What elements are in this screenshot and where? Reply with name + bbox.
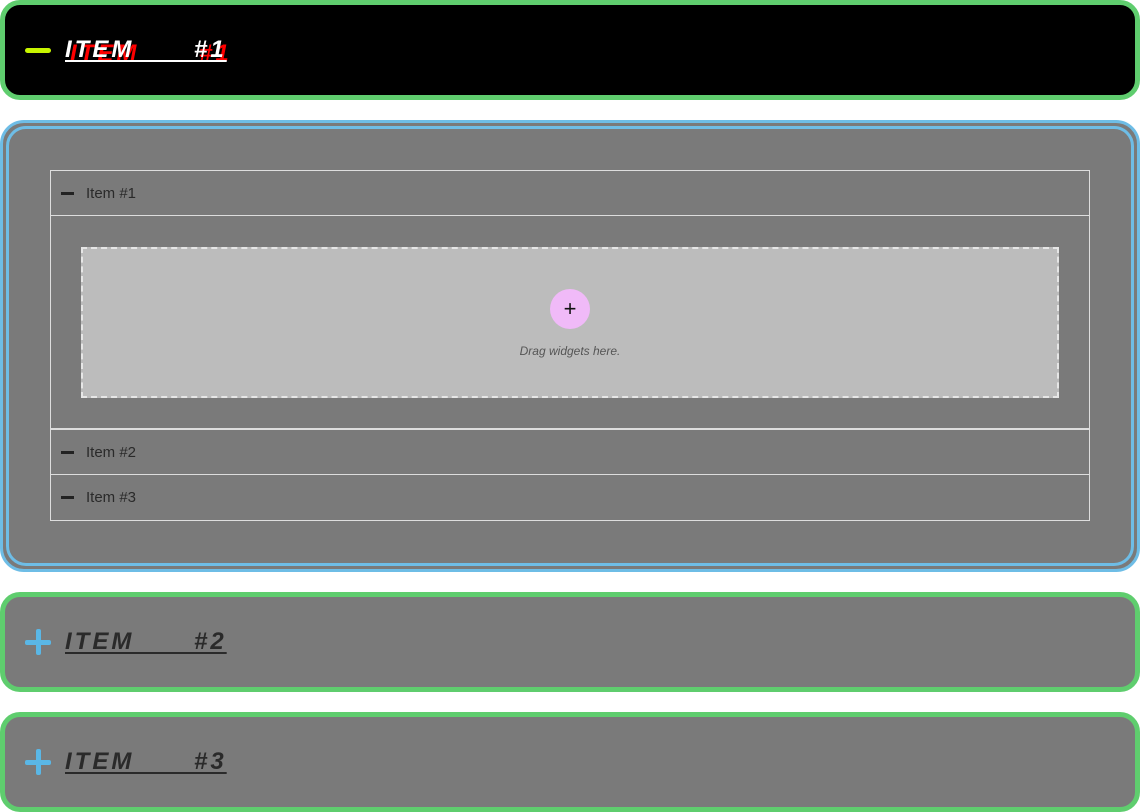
nested-item-1-header[interactable]: Item #1 <box>51 171 1089 216</box>
nested-item-1-panel: + Drag widgets here. <box>51 216 1089 430</box>
nested-accordion: Item #1 + Drag widgets here. Item #2 Ite… <box>50 170 1090 521</box>
section-header-item-3[interactable]: ITEM #3 <box>0 712 1140 812</box>
collapse-icon[interactable] <box>61 191 74 195</box>
section-title: ITEM #3 <box>65 748 227 775</box>
section-header-item-1[interactable]: ITEM #1 ITEM #1 <box>0 0 1140 100</box>
section-header-item-2[interactable]: ITEM #2 <box>0 592 1140 692</box>
expand-icon[interactable] <box>25 749 51 775</box>
collapse-icon[interactable] <box>61 496 74 499</box>
expand-icon[interactable] <box>25 629 51 655</box>
section-title: ITEM #2 <box>65 628 227 655</box>
add-widget-button[interactable]: + <box>550 289 590 329</box>
section-body-item-1: Item #1 + Drag widgets here. Item #2 Ite… <box>0 120 1140 572</box>
section-title: ITEM #1 ITEM #1 <box>65 36 232 67</box>
nested-item-3-header[interactable]: Item #3 <box>51 475 1089 520</box>
collapse-icon[interactable] <box>61 450 74 454</box>
dropzone-hint: Drag widgets here. <box>519 344 621 358</box>
nested-item-2-header[interactable]: Item #2 <box>51 430 1089 475</box>
widget-dropzone[interactable]: + Drag widgets here. <box>81 247 1059 398</box>
collapse-icon[interactable] <box>25 47 51 53</box>
